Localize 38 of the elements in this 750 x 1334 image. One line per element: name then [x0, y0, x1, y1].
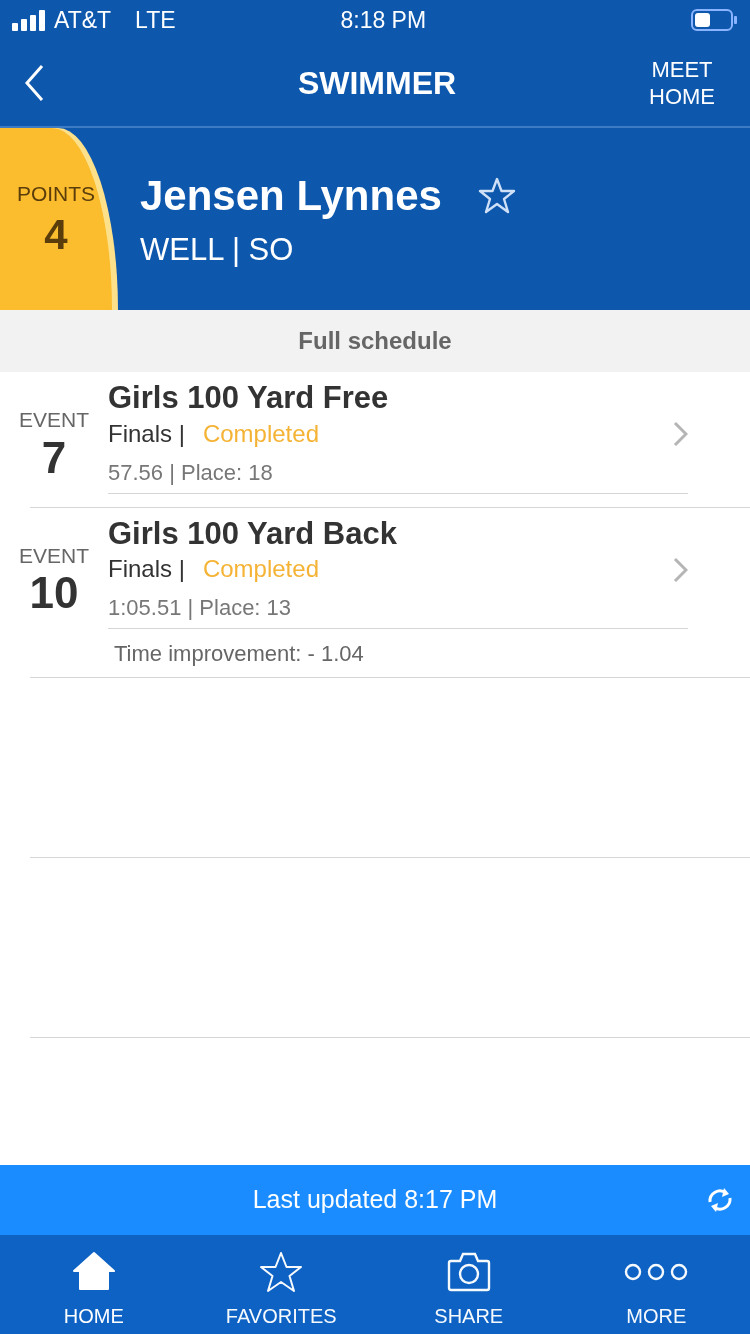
event-result: 57.56 | Place: 18	[108, 458, 274, 487]
event-round: Finals |	[108, 554, 185, 585]
back-icon	[24, 64, 44, 102]
event-result: 1:05.51 | Place: 13	[108, 594, 293, 623]
chevron-icon	[672, 556, 688, 583]
event-number: 7	[41, 435, 67, 480]
section-header: Full schedule	[298, 326, 452, 356]
event-title: Girls 100 Yard Back	[108, 515, 398, 552]
tab-item[interactable]: SHARE	[375, 1235, 563, 1334]
battery-icon	[691, 9, 738, 31]
star-icon	[259, 1251, 304, 1293]
tab-item[interactable]: FAVORITES	[187, 1235, 375, 1334]
meet-home-button[interactable]: MEET HOME	[632, 55, 732, 111]
points-label: POINTS	[16, 181, 96, 208]
event-label: EVENT	[19, 542, 89, 569]
carrier-name: AT&T	[54, 5, 112, 35]
tab-item[interactable]: HOME	[0, 1235, 188, 1334]
team-year: WELL | SO	[140, 231, 295, 270]
favorite-star-icon[interactable]	[477, 177, 516, 215]
network-type: LTE	[135, 5, 176, 35]
back-button[interactable]	[24, 64, 44, 102]
camera-icon	[446, 1251, 491, 1293]
last-updated-text: Last updated 8:17 PM	[252, 1184, 498, 1216]
screen-title: SWIMMER	[297, 64, 457, 103]
event-title: Girls 100 Yard Free	[108, 380, 390, 416]
clock-time: 8:18 PM	[340, 5, 428, 35]
event-number: 10	[29, 571, 79, 616]
event-label: EVENT	[19, 407, 89, 433]
time-improvement: Time improvement: - 1.04	[113, 640, 365, 669]
points-value: 4	[44, 209, 68, 260]
home-icon	[71, 1251, 116, 1293]
swimmer-name: Jensen Lynnes	[140, 171, 442, 222]
event-status: Completed	[202, 418, 319, 449]
event-status: Completed	[202, 554, 319, 585]
signal-icon	[12, 9, 46, 31]
event-round: Finals |	[108, 418, 185, 449]
chevron-icon	[672, 421, 688, 448]
tab-item[interactable]: MORE	[562, 1235, 750, 1334]
